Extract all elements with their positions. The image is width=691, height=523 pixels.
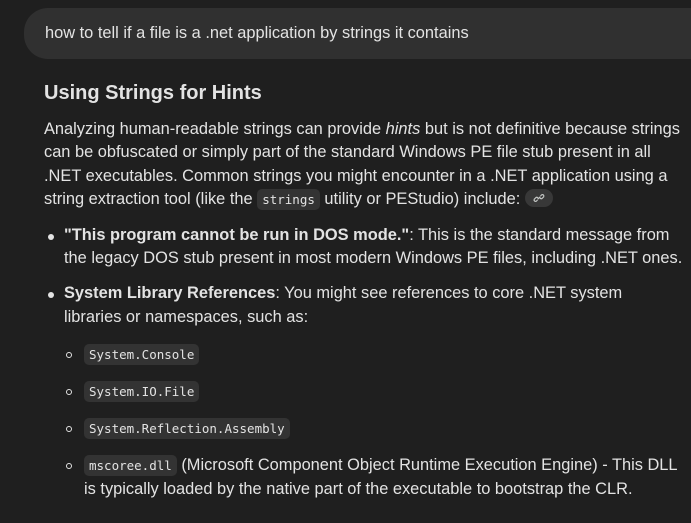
intro-paragraph: Analyzing human-readable strings can pro… bbox=[44, 118, 684, 212]
sub-bullet-list: System.Console System.IO.File System.Ref… bbox=[64, 343, 684, 501]
intro-text-3: utility or PEStudio) include: bbox=[319, 190, 521, 209]
list-item-bold: System Library References bbox=[64, 284, 276, 303]
inline-code: System.IO.File bbox=[84, 381, 200, 403]
section-heading: Using Strings for Hints bbox=[44, 82, 262, 104]
inline-code: System.Reflection.Assembly bbox=[84, 418, 290, 440]
bullet-dot bbox=[48, 292, 54, 299]
circle-bullet bbox=[66, 426, 72, 433]
sub-list-item: System.Console bbox=[64, 343, 684, 366]
list-item: System Library References: You might see… bbox=[44, 282, 684, 501]
inline-code-strings: strings bbox=[257, 189, 320, 211]
user-query-text: how to tell if a file is a .net applicat… bbox=[45, 24, 469, 42]
source-link-chip[interactable] bbox=[524, 188, 553, 207]
circle-bullet bbox=[66, 463, 72, 470]
inline-code: mscoree.dll bbox=[84, 455, 177, 477]
sub-list-item: System.Reflection.Assembly bbox=[64, 417, 684, 440]
intro-text-1: Analyzing human-readable strings can pro… bbox=[44, 120, 386, 138]
intro-italic: hints bbox=[385, 120, 421, 138]
circle-bullet bbox=[66, 352, 72, 359]
circle-bullet bbox=[66, 389, 72, 396]
list-item-bold: "This program cannot be run in DOS mode.… bbox=[64, 225, 410, 244]
user-query-bubble: how to tell if a file is a .net applicat… bbox=[24, 8, 691, 59]
inline-code: System.Console bbox=[84, 344, 200, 366]
sub-list-item: mscoree.dll (Microsoft Component Object … bbox=[64, 454, 684, 501]
answer-content: Using Strings for Hints Analyzing human-… bbox=[44, 80, 684, 501]
list-item: "This program cannot be run in DOS mode.… bbox=[44, 224, 684, 271]
bullet-dot bbox=[48, 233, 54, 240]
sub-list-item: System.IO.File bbox=[64, 380, 684, 403]
main-bullet-list: "This program cannot be run in DOS mode.… bbox=[44, 224, 684, 501]
link-icon bbox=[533, 193, 545, 202]
